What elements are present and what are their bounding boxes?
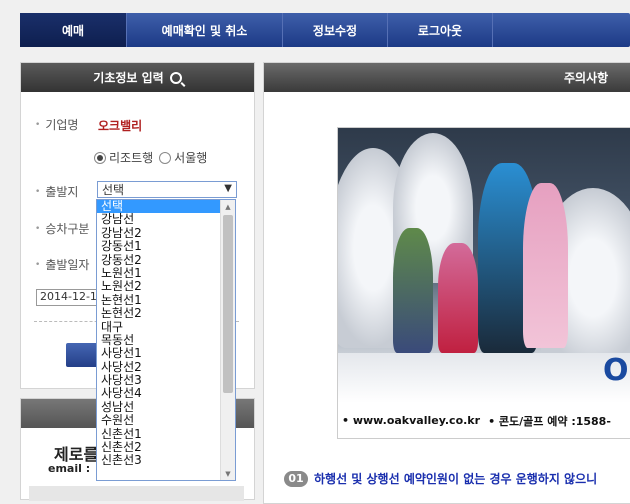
radio-seoul-label: 서울행 xyxy=(174,151,208,165)
dropdown-scrollbar[interactable]: ▲ ▼ xyxy=(220,200,235,480)
dropdown-arrow-icon[interactable]: ▼ xyxy=(224,183,232,194)
email-label: email : xyxy=(48,462,91,475)
departure-dropdown-list[interactable]: 선택 강남선 강남선2 강동선1 강동선2 노원선1 노원선2 논현선1 논현선2 대구 목동선 사당… xyxy=(96,199,236,481)
info-bar xyxy=(29,486,244,501)
dropdown-option[interactable]: 성남선 xyxy=(97,400,221,414)
dropdown-option[interactable]: 강남선2 xyxy=(97,226,221,240)
banner-logo-letter: O xyxy=(603,353,629,388)
dropdown-option[interactable]: 논현선2 xyxy=(97,306,221,320)
dropdown-option[interactable]: 신촌선3 xyxy=(97,454,221,468)
dropdown-option[interactable]: 사당선4 xyxy=(97,387,221,401)
notice-panel: 주의사항 O • www.oakvalley.co.kr • 콘도/골프 예약 … xyxy=(263,62,630,504)
child-figure xyxy=(393,228,433,353)
radio-resort-label: 리조트행 xyxy=(109,151,154,165)
banner-footer: • www.oakvalley.co.kr • 콘도/골프 예약 :1588- xyxy=(338,403,630,438)
departure-date-label: 출발일자 xyxy=(35,256,89,273)
dropdown-option[interactable]: 사당선2 xyxy=(97,360,221,374)
notice-number-badge: 01 xyxy=(284,470,308,487)
dropdown-option[interactable]: 수원선 xyxy=(97,413,221,427)
snow-ground xyxy=(338,353,630,403)
dropdown-option[interactable]: 신촌선2 xyxy=(97,440,221,454)
notice-text: 하행선 및 상행선 예약인원이 없는 경우 운행하지 않으니 xyxy=(314,472,598,486)
dropdown-option[interactable]: 강남선 xyxy=(97,212,221,226)
search-icon xyxy=(169,71,182,84)
notice-header: 주의사항 xyxy=(264,63,630,92)
banner-website: • www.oakvalley.co.kr xyxy=(342,414,481,427)
departure-select-value: 선택 xyxy=(102,183,125,197)
boarding-type-label: 승차구분 xyxy=(35,220,89,237)
banner-phone: • 콘도/골프 예약 :1588- xyxy=(488,414,611,428)
dropdown-option[interactable]: 강동선2 xyxy=(97,253,221,267)
direction-radio-group: 리조트행 서울행 xyxy=(94,149,207,166)
dropdown-option[interactable]: 노원선1 xyxy=(97,266,221,280)
radio-resort[interactable] xyxy=(94,151,106,164)
scroll-down-icon[interactable]: ▼ xyxy=(221,467,235,480)
tab-edit-info[interactable]: 정보수정 xyxy=(283,13,388,47)
tab-logout[interactable]: 로그아웃 xyxy=(388,13,493,47)
company-name: 오크밸리 xyxy=(98,119,143,133)
scroll-up-icon[interactable]: ▲ xyxy=(221,200,235,213)
dropdown-option[interactable]: 논현선1 xyxy=(97,293,221,307)
dropdown-option[interactable]: 사당선1 xyxy=(97,346,221,360)
departure-date-input[interactable]: 2014-12-1 xyxy=(36,289,102,306)
dropdown-option[interactable]: 목동선 xyxy=(97,333,221,347)
dropdown-option[interactable]: 사당선3 xyxy=(97,373,221,387)
dropdown-option[interactable]: 강동선1 xyxy=(97,239,221,253)
tab-reservation-check-cancel[interactable]: 예매확인 및 취소 xyxy=(127,13,283,47)
departure-select[interactable]: 선택 ▼ xyxy=(97,181,237,198)
tab-reservation[interactable]: 예매 xyxy=(20,13,127,47)
dropdown-options: 선택 강남선 강남선2 강동선1 강동선2 노원선1 노원선2 논현선1 논현선2 대구 목동선 사당… xyxy=(97,200,221,468)
dropdown-option[interactable]: 대구 xyxy=(97,320,221,334)
company-label: 기업명 xyxy=(35,116,78,133)
dropdown-option[interactable]: 노원선2 xyxy=(97,279,221,293)
departure-label: 출발지 xyxy=(35,183,78,200)
top-navigation: 예매 예매확인 및 취소 정보수정 로그아웃 xyxy=(20,13,630,47)
scroll-thumb[interactable] xyxy=(223,215,233,393)
adult-figure xyxy=(523,183,568,348)
dropdown-option[interactable]: 선택 xyxy=(97,200,221,214)
notice-item: 01 하행선 및 상행선 예약인원이 없는 경우 운행하지 않으니 xyxy=(284,470,597,487)
basic-info-title: 기초정보 입력 xyxy=(93,71,164,85)
notice-title: 주의사항 xyxy=(564,71,609,85)
dropdown-option[interactable]: 신촌선1 xyxy=(97,427,221,441)
basic-info-header: 기초정보 입력 xyxy=(21,63,254,92)
radio-seoul[interactable] xyxy=(159,151,172,164)
promo-banner-image: O • www.oakvalley.co.kr • 콘도/골프 예약 :1588… xyxy=(337,127,630,439)
child-figure xyxy=(438,243,478,353)
